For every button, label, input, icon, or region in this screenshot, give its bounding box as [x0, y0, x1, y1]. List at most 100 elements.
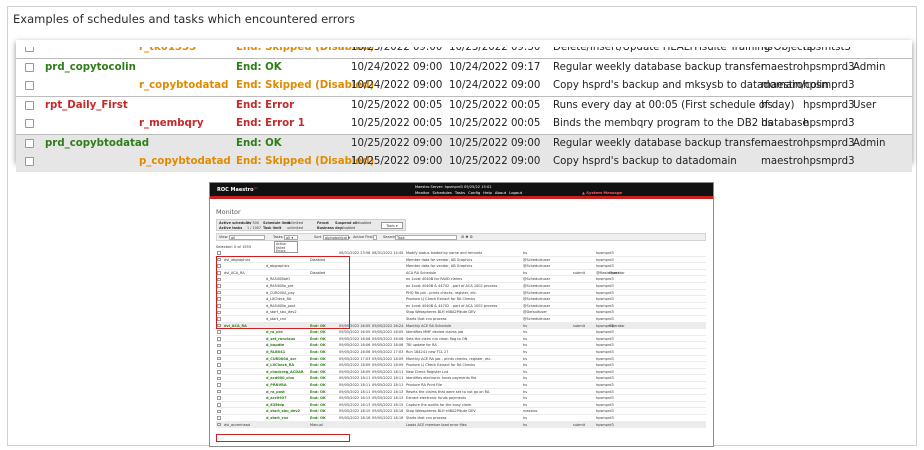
shot-table-row[interactable]: d_acd000_chw End: OK 09/05/2022 18:11 09/05…	[216, 375, 706, 382]
shot-row-checkbox[interactable]	[217, 337, 221, 341]
shot-cell-desc: Stop Webspheres BLH ell8A2Pikute DEV	[406, 310, 476, 315]
shot-table-row[interactable]: d_CUR000A_acr End: OK 09/05/2022 17:03 09/0…	[216, 356, 706, 363]
shot-info-value: unlimited	[287, 226, 303, 230]
shot-cell-server: hpsmprd3	[596, 317, 614, 321]
shot-cell-start: 09/05/2022 16:06	[339, 343, 371, 348]
excerpt-cell-job[interactable]: r_copybtodatad	[139, 80, 228, 91]
shot-row-checkbox[interactable]	[217, 383, 221, 387]
excerpt-cell-name[interactable]: prd_copybtodatad	[45, 138, 149, 149]
shot-table-row[interactable]: d_start_cnx End: OK 09/05/2022 18:16 09/05/…	[216, 415, 706, 422]
shot-nav-item[interactable]: Logout	[509, 190, 522, 195]
shot-nav-item[interactable]: About	[495, 190, 506, 195]
excerpt-table-row[interactable]: p_copybtodatad End: Skipped (Disabled) 10/…	[16, 153, 912, 172]
excerpt-cell-name[interactable]: prd_copytocolin	[45, 62, 136, 73]
shot-nav-item[interactable]: Schedules	[432, 190, 451, 195]
excerpt-cell-desc: Delete/Insert/Update HEALTHsuite Trainin…	[553, 42, 812, 53]
shot-table-row[interactable]: d_checkreg_ACDAR End: OK 09/05/2022 18:09 0…	[216, 369, 706, 376]
shot-view-select[interactable]: all	[229, 235, 265, 240]
shot-table-row[interactable]: d_ra_pre End: OK 09/05/2022 16:05 09/05/202…	[216, 329, 706, 336]
shot-cell-desc: ex 1cost 4040B & 44702 - part of ACA 100…	[406, 284, 498, 288]
shot-row-checkbox[interactable]	[217, 350, 221, 354]
shot-info-value: 1	[327, 221, 330, 225]
shot-cell-desc: Identifies electronic funds payments fil…	[406, 376, 477, 381]
shot-active-first-checkbox[interactable]	[373, 235, 377, 240]
shot-row-checkbox[interactable]	[217, 389, 221, 394]
excerpt-cell-user: maestro	[761, 156, 803, 167]
shot-cell-job: d_acd000_chw	[266, 376, 295, 381]
excerpt-table-row[interactable]: rpt_Daily_First End: Error 10/25/2022 00:0…	[16, 96, 912, 115]
excerpt-table-row[interactable]: r_tk01355 End: Skipped (Disabled) 10/23/20…	[16, 42, 912, 58]
shot-info-label: Task limit	[263, 226, 282, 230]
shot-table-row[interactable]: d_set_runclaus End: OK 09/05/2022 16:06 09/…	[216, 336, 706, 343]
excerpt-table-row[interactable]: prd_copybtodatad End: OK 10/25/2022 09:00 1…	[16, 134, 912, 153]
shot-cell-status: End: OK	[310, 363, 326, 368]
shot-cell-status: End: OK	[310, 350, 326, 354]
shot-nav-item[interactable]: Config	[468, 190, 480, 195]
shot-table-row[interactable]: d_bupdte End: OK 09/05/2022 16:06 09/05/202…	[216, 342, 706, 349]
excerpt-table-row[interactable]: prd_copytocolin End: OK 10/24/2022 09:00 10…	[16, 58, 912, 77]
excerpt-table-row[interactable]: r_membqry End: Error 1 10/25/2022 00:05 10/…	[16, 115, 912, 134]
shot-row-checkbox[interactable]	[217, 343, 221, 348]
row-checkbox[interactable]	[25, 157, 34, 166]
shot-row-checkbox[interactable]	[217, 330, 221, 335]
shot-cell-status: End: OK	[310, 409, 326, 414]
shot-row-checkbox[interactable]	[217, 363, 221, 368]
shot-row-checkbox[interactable]	[217, 409, 221, 414]
shot-table-row[interactable]: dvl_accenhead Manual Loads ACE member load…	[216, 421, 706, 429]
shot-table-row[interactable]: d_LXCheck_RA End: OK 09/05/2022 18:09 09/05…	[216, 362, 706, 369]
shot-search-select[interactable]: Task	[395, 235, 457, 240]
shot-tools-button[interactable]: Tools ▾	[381, 222, 403, 229]
shot-filter-toolbar: View all Tasks all ▾ Sort alphabetical ▾…	[216, 233, 706, 241]
shot-cell-server: hpsmprd3	[596, 402, 614, 407]
excerpt-cell-server: hpsmprd3	[803, 156, 855, 167]
shot-cell-user: hs	[523, 389, 528, 394]
excerpt-cell-end: 10/25/2022 09:00	[449, 138, 541, 149]
shot-row-checkbox[interactable]	[217, 356, 221, 361]
shot-table-row[interactable]: d_ra_post End: OK 09/05/2022 18:11 09/05/20…	[216, 389, 706, 396]
shot-row-checkbox[interactable]	[217, 396, 221, 401]
shot-row-checkbox[interactable]	[217, 416, 221, 420]
excerpt-cell-server: hpsmprd3	[803, 100, 855, 111]
shot-table-row[interactable]: d_PRNVRA End: OK 09/05/2022 18:11 09/05/202…	[216, 382, 706, 389]
row-checkbox[interactable]	[25, 139, 34, 148]
shot-info-value: disabled	[357, 221, 372, 225]
shot-system-message-link[interactable]: ▲ System Message	[582, 190, 622, 195]
shot-cell-server: hpsmprd3	[596, 389, 614, 394]
shot-nav-item[interactable]: Tasks	[455, 190, 465, 195]
shot-row-checkbox[interactable]	[217, 370, 221, 374]
shot-table-row[interactable]: d_acc0907 End: OK 09/05/2022 18:13 09/05/20…	[216, 395, 706, 402]
excerpt-cell-name[interactable]: rpt_Daily_First	[45, 100, 128, 111]
shot-tasks-select[interactable]: all ▾	[284, 235, 298, 240]
shot-cell-user: hs	[523, 336, 528, 341]
shot-cell-desc: Starts that cnx process	[406, 416, 447, 420]
row-checkbox[interactable]	[25, 119, 34, 128]
shot-cell-user: @Scheduleuser	[523, 317, 551, 321]
shot-toolbar-action-icons[interactable]: ⚙ ✖ ⚙	[461, 235, 473, 239]
shot-nav-item[interactable]: Help	[483, 190, 492, 195]
excerpt-cell-job[interactable]: r_tk01355	[139, 47, 196, 53]
excerpt-cell-job[interactable]: r_membqry	[139, 118, 204, 129]
shot-cell-status: End: OK	[310, 416, 326, 420]
shot-cell-status: End: OK	[310, 369, 326, 374]
shot-cell-server: hpsmprd3	[596, 396, 614, 401]
shot-row-checkbox[interactable]	[217, 403, 221, 407]
row-checkbox[interactable]	[25, 47, 34, 52]
shot-row-checkbox[interactable]	[217, 251, 221, 255]
row-checkbox[interactable]	[25, 101, 34, 110]
shot-cell-job: d_RLB041	[266, 350, 286, 354]
shot-table-row[interactable]: d_RLB041 End: OK 09/05/2022 16:06 09/05/202…	[216, 349, 706, 356]
excerpt-cell-job[interactable]: p_copybtodatad	[139, 156, 231, 167]
shot-cell-status: End: OK	[310, 356, 326, 361]
excerpt-table-row[interactable]: r_copybtodatad End: Skipped (Disabled) 10/…	[16, 77, 912, 96]
shot-table-row[interactable]: d_835tdp End: OK 09/05/2022 18:13 09/05/202…	[216, 402, 706, 409]
shot-row-checkbox[interactable]	[217, 376, 221, 381]
shot-cell-job: d_ra_pre	[266, 330, 283, 335]
shot-row-checkbox[interactable]	[217, 422, 221, 427]
shot-table-row[interactable]: d_start_sbu_dev2 End: OK 09/05/2022 18:15 0…	[216, 408, 706, 415]
shot-nav-item[interactable]: Monitor	[415, 190, 429, 195]
row-checkbox[interactable]	[25, 81, 34, 90]
row-checkbox[interactable]	[25, 63, 34, 72]
shot-cell-desc: Loads ACE member load error files	[406, 422, 467, 427]
shot-sort-label: Sort	[314, 235, 322, 239]
shot-sort-select[interactable]: alphabetical ▾	[323, 235, 350, 240]
